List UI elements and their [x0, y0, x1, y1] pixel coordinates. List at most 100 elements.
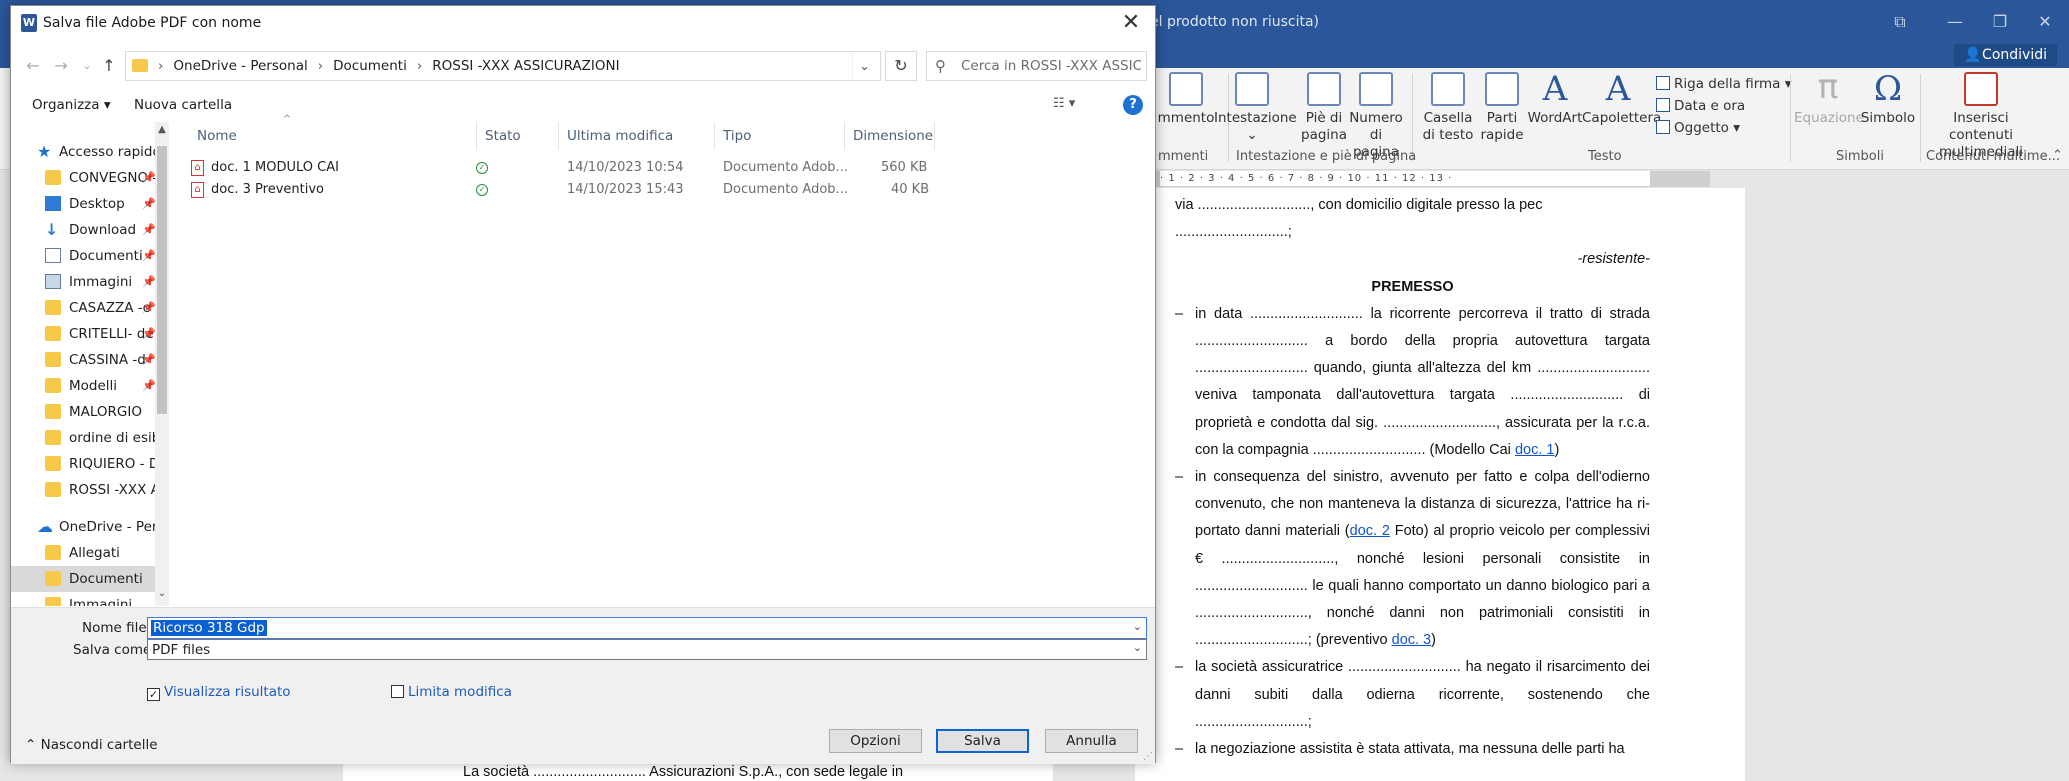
quick-parts-label: Parti rapide [1480, 110, 1524, 143]
document-text[interactable]: via ............................, con do… [1175, 192, 1650, 763]
word-icon: W [21, 14, 37, 32]
search-box[interactable]: ⚲ Cerca in ROSSI -XXX ASSICU... [926, 51, 1147, 81]
nav-item[interactable]: CASSINA -d 📌 [11, 347, 169, 373]
column-header-type[interactable]: Tipo [715, 122, 845, 150]
cancel-button[interactable]: Annulla [1045, 729, 1138, 753]
navigation-pane: ★ Accesso rapido CONVEGNO -c 📌 Desktop 📌 ↓ D… [11, 122, 169, 606]
breadcrumb-item[interactable]: ROSSI -XXX ASSICURAZIONI [432, 58, 619, 74]
nav-item[interactable]: Modelli 📌 [11, 373, 169, 399]
minimize-icon[interactable]: — [1935, 8, 1975, 36]
breadcrumb-item[interactable]: Documenti [333, 58, 407, 74]
textbox-label: Casella di testo [1422, 110, 1474, 143]
date-time-button[interactable]: Data e ora [1656, 96, 1745, 116]
nav-item-onedrive[interactable]: ☁ OneDrive - Perso [11, 514, 169, 540]
close-button[interactable]: ✕ [1111, 8, 1151, 38]
nav-item-quick-access[interactable]: ★ Accesso rapido [11, 139, 169, 165]
nav-item[interactable]: Immagini [11, 592, 169, 606]
nav-item[interactable]: CASAZZA -c 📌 [11, 295, 169, 321]
resize-grip-icon[interactable]: ⋰ [1143, 751, 1153, 762]
nav-item[interactable]: ordine di esibiz [11, 425, 169, 451]
page-number-button[interactable]: Numero di pagina [1346, 72, 1406, 161]
back-arrow-icon[interactable]: ← [21, 54, 45, 78]
help-icon[interactable]: ? [1123, 95, 1143, 115]
view-options-icon[interactable]: ☷ ▾ [1053, 96, 1075, 111]
doc-link[interactable]: doc. 3 [1392, 632, 1432, 648]
signature-line-button[interactable]: Riga della firma ▾ [1656, 74, 1792, 94]
column-header-modified[interactable]: Ultima modifica [559, 122, 715, 150]
filename-input[interactable]: Ricorso 318 Gdp ⌄ [147, 617, 1147, 639]
media-button[interactable]: Inserisci contenuti multimediali [1922, 72, 2040, 161]
doc-heading: PREMESSO [1371, 278, 1454, 295]
collapse-ribbon-icon[interactable]: ⌃ [2052, 148, 2063, 163]
wordart-button[interactable]: A WordArt [1524, 72, 1586, 127]
column-header-size[interactable]: Dimensione [845, 122, 935, 150]
nav-item[interactable]: CONVEGNO -c 📌 [11, 165, 169, 191]
symbol-button[interactable]: Ω Simbolo [1858, 72, 1918, 127]
file-row[interactable]: ⌂ doc. 1 MODULO CAI ✓ 14/10/2023 10:54 D… [181, 157, 927, 179]
nav-item[interactable]: ↓ Download 📌 [11, 217, 169, 243]
doc-link[interactable]: doc. 2 [1350, 523, 1390, 539]
nav-item[interactable]: MALORGIO [11, 399, 169, 425]
new-folder-button[interactable]: Nuova cartella [134, 97, 232, 113]
nav-label: RIQUIERO - DEF [69, 456, 169, 472]
footer-button[interactable]: Piè di pagina [1294, 72, 1354, 144]
limit-edit-label: Limita modifica [408, 684, 512, 700]
nav-item[interactable]: Allegati [11, 540, 169, 566]
scroll-up-icon[interactable]: ▲ [155, 124, 169, 140]
nav-item[interactable]: CRITELLI- de 📌 [11, 321, 169, 347]
column-header-name[interactable]: Nome [181, 122, 477, 150]
pin-icon: 📌 [142, 197, 156, 210]
options-button[interactable]: Opzioni [829, 729, 922, 753]
recent-locations-icon[interactable]: ⌄ [75, 54, 99, 78]
forward-arrow-icon[interactable]: → [49, 54, 73, 78]
file-size: 40 KB [891, 182, 930, 197]
equation-button[interactable]: π Equazione [1794, 70, 1864, 127]
maximize-icon[interactable]: ❐ [1980, 8, 2020, 36]
nav-item[interactable]: ROSSI -XXX ASS [11, 477, 169, 503]
hide-folders-button[interactable]: ⌃ Nascondi cartelle [25, 737, 158, 753]
chevron-down-icon[interactable]: ⌄ [852, 52, 876, 80]
dropcap-button[interactable]: A Capolettera [1582, 72, 1661, 127]
share-button[interactable]: 👤Condividi [1954, 44, 2057, 66]
nav-item-selected[interactable]: Documenti [11, 566, 169, 592]
equation-label: Equazione [1794, 110, 1864, 126]
file-name: doc. 1 MODULO CAI [211, 160, 339, 175]
up-arrow-icon[interactable]: ↑ [97, 54, 121, 78]
refresh-button[interactable]: ↻ [885, 51, 917, 81]
limit-edit-checkbox[interactable]: Limita modifica [391, 684, 512, 700]
chevron-down-icon[interactable]: ⌄ [1133, 620, 1142, 633]
wordart-label: WordArt [1527, 110, 1583, 126]
nav-item[interactable]: RIQUIERO - DEF [11, 451, 169, 477]
filename-label: Nome file: [82, 620, 152, 636]
organize-button[interactable]: Organizza ▾ [32, 97, 111, 113]
textbox-button[interactable]: Casella di testo [1418, 72, 1478, 144]
nav-item[interactable]: Immagini 📌 [11, 269, 169, 295]
ruler-margin [1650, 171, 1710, 187]
nav-scrollbar[interactable]: ▲ ⌄ [155, 122, 169, 606]
nav-item[interactable]: Documenti 📌 [11, 243, 169, 269]
scroll-down-icon[interactable]: ⌄ [155, 588, 169, 604]
doc-link[interactable]: doc. 1 [1515, 442, 1555, 458]
file-modified: 14/10/2023 10:54 [567, 160, 684, 175]
breadcrumb: › OneDrive - Personal › Documenti › ROSSI -XX… [156, 58, 620, 74]
address-bar[interactable]: › OneDrive - Personal › Documenti › ROSSI -XX… [125, 51, 881, 81]
person-icon: 👤 [1964, 47, 1982, 63]
close-window-icon[interactable]: ✕ [2025, 8, 2065, 36]
breadcrumb-item[interactable]: OneDrive - Personal [173, 58, 307, 74]
column-header-status[interactable]: Stato [477, 122, 559, 150]
save-button[interactable]: Salva [936, 729, 1029, 753]
restore-ribbon-icon[interactable]: ⧉ [1880, 8, 1920, 36]
pin-icon: 📌 [142, 327, 156, 340]
dropcap-label: Capolettera [1582, 110, 1662, 126]
file-row[interactable]: ⌂ doc. 3 Preventivo ✓ 14/10/2023 15:43 D… [181, 179, 929, 201]
header-button[interactable]: Intestazione ⌄ [1214, 72, 1297, 144]
savetype-select[interactable]: PDF files ⌄ [147, 639, 1147, 660]
scroll-thumb[interactable] [157, 146, 167, 414]
object-button[interactable]: Oggetto ▾ [1656, 118, 1740, 138]
quick-parts-button[interactable]: Parti rapide [1472, 72, 1532, 144]
chevron-down-icon[interactable]: ⌄ [1133, 641, 1142, 654]
nav-item[interactable]: Desktop 📌 [11, 191, 169, 217]
comment-button[interactable]: mmento [1156, 72, 1216, 127]
object-label: Oggetto [1674, 120, 1729, 136]
view-result-checkbox[interactable]: ✓ Visualizza risultato [147, 684, 291, 701]
